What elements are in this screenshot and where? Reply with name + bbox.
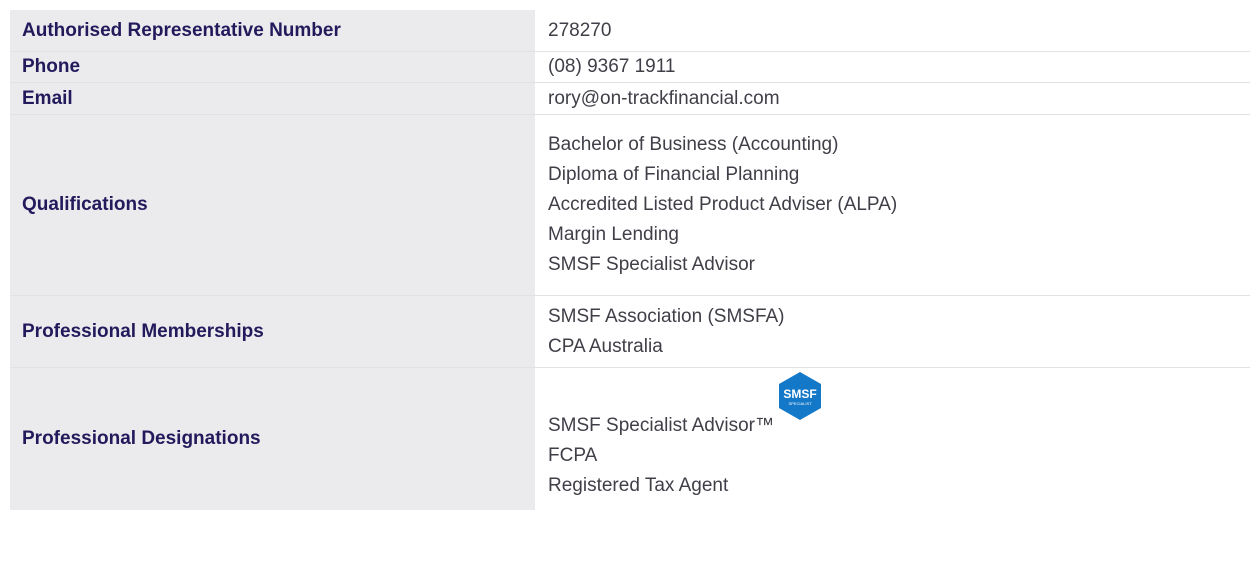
phone-value: (08) 9367 1911 — [548, 56, 676, 77]
adviser-profile-page: Authorised Representative Number 278270 … — [0, 0, 1250, 562]
designation-item: Registered Tax Agent — [548, 475, 729, 496]
designations-list: SMSF Specialist Advisor™ SMSF SPECIALIST F… — [548, 368, 1250, 501]
badge-title: SMSF — [783, 387, 816, 401]
phone-row: Phone (08) 9367 1911 — [10, 51, 1250, 83]
email-row: Email rory@on-trackfinancial.com — [10, 82, 1250, 115]
smsf-specialist-badge: SMSF SPECIALIST — [778, 372, 822, 441]
qualifications-label: Qualifications — [10, 114, 535, 296]
qualification-item: Margin Lending — [548, 224, 679, 245]
qualifications-row: Qualifications Bachelor of Business (Acc… — [10, 114, 1250, 296]
qualifications-list: Bachelor of Business (Accounting) Diplom… — [548, 126, 1250, 284]
badge-subtitle: SPECIALIST — [788, 401, 812, 406]
authorised-representative-row: Authorised Representative Number 278270 — [10, 10, 1250, 52]
memberships-row: Professional Memberships SMSF Associatio… — [10, 295, 1250, 368]
membership-item: SMSF Association (SMSFA) — [548, 305, 785, 327]
email-value: rory@on-trackfinancial.com — [548, 87, 780, 109]
membership-item: CPA Australia — [548, 335, 663, 357]
authorised-representative-number: 278270 — [548, 19, 612, 41]
qualification-item: Bachelor of Business (Accounting) — [548, 134, 839, 155]
qualification-item: Accredited Listed Product Adviser (ALPA) — [548, 194, 898, 215]
designation-item: FCPA — [548, 445, 598, 466]
memberships-list: SMSF Association (SMSFA) CPA Australia — [548, 302, 1250, 362]
phone-label: Phone — [10, 51, 535, 83]
designation-item-text: SMSF Specialist Advisor™ — [548, 415, 774, 436]
adviser-details-table: Authorised Representative Number 278270 … — [10, 10, 1250, 510]
authorised-representative-label: Authorised Representative Number — [10, 10, 535, 52]
qualification-item: SMSF Specialist Advisor — [548, 254, 755, 275]
designations-row: Professional Designations SMSF Specialis… — [10, 367, 1250, 510]
qualification-item: Diploma of Financial Planning — [548, 164, 800, 185]
smsf-specialist-badge-icon: SMSFSPECIALIST — [778, 372, 821, 420]
designation-item: SMSF Specialist Advisor™ SMSF SPECIALIST — [548, 372, 1250, 441]
designations-label: Professional Designations — [10, 367, 535, 510]
memberships-label: Professional Memberships — [10, 295, 535, 368]
email-label: Email — [10, 82, 535, 115]
